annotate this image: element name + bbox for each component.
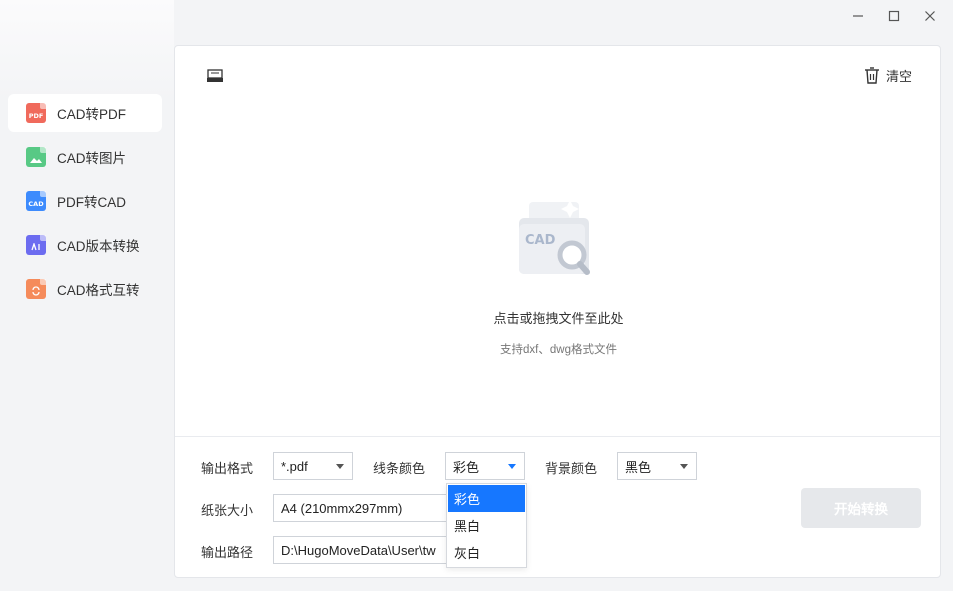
version-file-icon	[26, 235, 46, 255]
paper-size-select[interactable]: A4 (210mmx297mm)	[273, 494, 449, 522]
pdf-file-icon: PDF	[26, 103, 46, 123]
line-color-option-gray-white[interactable]: 灰白	[448, 539, 525, 566]
file-drop-zone[interactable]: CAD 点击或拖拽文件至此处 支持dxf、dwg格式文件	[175, 46, 942, 436]
format-file-icon	[26, 279, 46, 299]
chevron-down-icon	[508, 464, 516, 469]
sidebar-item-cad-format[interactable]: CAD格式互转	[8, 270, 162, 308]
clear-label: 清空	[885, 69, 912, 84]
sidebar: PDF CAD转PDF CAD转图片 CAD PDF转CAD CAD版本转换 C…	[8, 94, 162, 314]
main-panel: CAD 点击或拖拽文件至此处 支持dxf、dwg格式文件 清空 输出格式 *.p…	[174, 45, 941, 578]
sidebar-item-cad-to-image[interactable]: CAD转图片	[8, 138, 162, 176]
start-convert-button[interactable]: 开始转换	[801, 488, 921, 528]
supported-formats-hint: 支持dxf、dwg格式文件	[500, 344, 617, 356]
line-color-dropdown: 彩色 黑白 灰白	[446, 483, 527, 568]
close-button[interactable]	[915, 6, 945, 26]
chevron-down-icon	[680, 464, 688, 469]
cad-file-icon: CAD	[26, 191, 46, 211]
line-color-label: 线条颜色	[373, 461, 426, 476]
svg-text:CAD: CAD	[525, 233, 556, 248]
scanner-icon	[207, 69, 223, 82]
cad-folder-search-icon: CAD	[519, 200, 590, 275]
maximize-button[interactable]	[879, 6, 909, 26]
output-format-select[interactable]: *.pdf	[273, 452, 353, 480]
window-controls	[843, 6, 945, 26]
sidebar-item-cad-version[interactable]: CAD版本转换	[8, 226, 162, 264]
line-color-option-black-white[interactable]: 黑白	[448, 512, 525, 539]
close-icon	[925, 11, 935, 21]
minimize-icon	[853, 15, 863, 17]
output-format-label: 输出格式	[201, 461, 254, 476]
drop-hint: 点击或拖拽文件至此处	[493, 311, 624, 326]
output-path-input[interactable]: D:\HugoMoveData\User\tw	[273, 536, 449, 564]
sidebar-item-label: PDF转CAD	[57, 195, 127, 210]
divider	[175, 436, 940, 437]
paper-size-label: 纸张大小	[201, 503, 254, 518]
sidebar-item-label: CAD格式互转	[57, 283, 140, 298]
sidebar-item-label: CAD版本转换	[57, 239, 140, 254]
maximize-icon	[888, 10, 900, 22]
minimize-button[interactable]	[843, 6, 873, 26]
line-color-select[interactable]: 彩色	[445, 452, 525, 480]
image-file-icon	[26, 147, 46, 167]
sidebar-item-label: CAD转图片	[57, 151, 127, 166]
sidebar-item-cad-to-pdf[interactable]: PDF CAD转PDF	[8, 94, 162, 132]
line-color-option-color[interactable]: 彩色	[448, 485, 525, 512]
background-color-select[interactable]: 黑色	[617, 452, 697, 480]
background-color-label: 背景颜色	[545, 461, 598, 476]
scanner-button[interactable]	[206, 68, 224, 84]
trash-icon	[864, 67, 879, 84]
chevron-down-icon	[336, 464, 344, 469]
sidebar-background	[0, 0, 174, 100]
sidebar-item-label: CAD转PDF	[57, 107, 127, 122]
output-path-label: 输出路径	[201, 545, 254, 560]
sidebar-item-pdf-to-cad[interactable]: CAD PDF转CAD	[8, 182, 162, 220]
clear-button[interactable]: 清空	[864, 66, 912, 85]
